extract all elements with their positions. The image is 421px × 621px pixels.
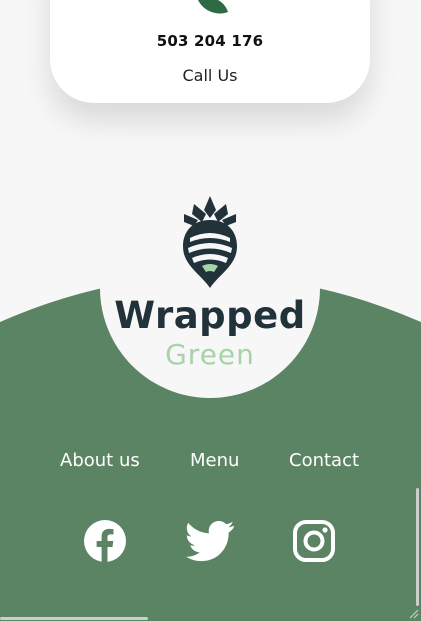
leaf-icon — [198, 0, 228, 14]
vertical-scrollbar[interactable] — [416, 488, 419, 606]
facebook-icon[interactable] — [83, 519, 127, 563]
footer-link-about-us[interactable]: About us — [60, 450, 140, 471]
instagram-icon[interactable] — [293, 520, 335, 562]
call-us-link[interactable]: Call Us — [50, 66, 370, 85]
footer-link-menu[interactable]: Menu — [190, 450, 239, 471]
brand-tagline: Green — [165, 338, 255, 371]
phone-number[interactable]: 503 204 176 — [50, 32, 370, 50]
twitter-icon[interactable] — [186, 519, 234, 563]
contact-card: 503 204 176 Call Us — [50, 0, 370, 103]
horizontal-scrollbar[interactable] — [0, 617, 148, 620]
footer-link-contact[interactable]: Contact — [289, 450, 359, 471]
brand-name: Wrapped — [114, 294, 306, 337]
radish-logo-icon — [183, 196, 237, 288]
resize-grip-icon[interactable] — [407, 607, 419, 619]
